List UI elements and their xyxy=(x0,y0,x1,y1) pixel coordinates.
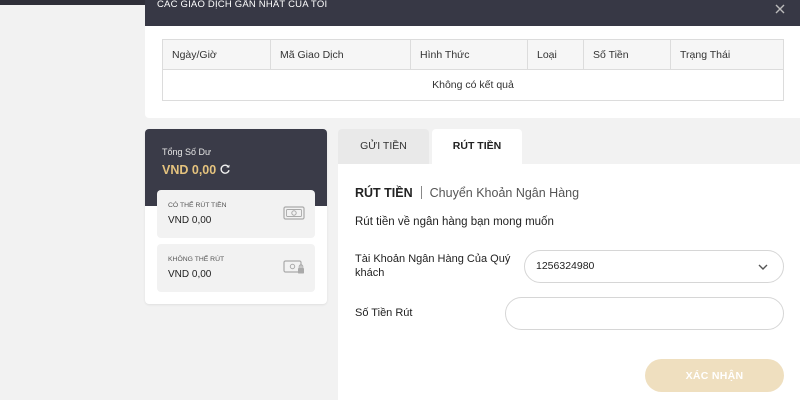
refresh-icon[interactable] xyxy=(219,163,231,175)
confirm-button[interactable]: XÁC NHẬN xyxy=(645,359,784,392)
cash-lock-icon xyxy=(283,260,304,274)
column-header-status[interactable]: Trạng Thái xyxy=(670,40,783,70)
column-header-datetime[interactable]: Ngày/Giờ xyxy=(163,40,270,70)
withdrawable-label: CÓ THỂ RÚT TIỀN xyxy=(168,202,227,209)
total-balance-label: Tổng Số Dư xyxy=(162,147,212,157)
non-withdrawable-value: VND 0,00 xyxy=(168,269,212,280)
withdraw-form-panel: RÚT TIỀN Chuyển Khoản Ngân Hàng Rút tiền … xyxy=(338,164,800,400)
column-header-amount[interactable]: Số Tiền xyxy=(583,40,670,70)
amount-input[interactable] xyxy=(505,297,784,330)
column-header-method[interactable]: Hình Thức xyxy=(410,40,527,70)
recent-transactions-title: CÁC GIAO DỊCH GẦN NHẤT CỦA TÔI xyxy=(157,0,328,10)
form-title-method: Chuyển Khoản Ngân Hàng xyxy=(429,186,580,200)
form-title-main: RÚT TIỀN xyxy=(355,186,413,200)
close-icon[interactable] xyxy=(774,3,786,15)
table-header-row: Ngày/Giờ Mã Giao Dịch Hình Thức Loại Số … xyxy=(163,40,783,70)
non-withdrawable-label: KHÔNG THỂ RÚT xyxy=(168,256,225,263)
total-balance-value: VND 0,00 xyxy=(162,163,217,177)
amount-label: Số Tiền Rút xyxy=(355,307,413,319)
title-divider xyxy=(420,186,422,199)
form-title: RÚT TIỀN Chuyển Khoản Ngân Hàng xyxy=(355,186,579,200)
transactions-table: Ngày/Giờ Mã Giao Dịch Hình Thức Loại Số … xyxy=(162,39,784,101)
tab-deposit[interactable]: GỬI TIỀN xyxy=(338,129,429,164)
form-description: Rút tiền về ngân hàng bạn mong muốn xyxy=(355,216,554,228)
cash-icon xyxy=(283,206,305,220)
recent-transactions-header: CÁC GIAO DỊCH GẦN NHẤT CỦA TÔI xyxy=(145,0,800,26)
withdrawable-value: VND 0,00 xyxy=(168,215,212,226)
bank-account-value: 1256324980 xyxy=(536,260,595,272)
bank-account-select[interactable]: 1256324980 xyxy=(524,250,784,283)
bank-account-label: Tài Khoản Ngân Hàng Của Quý khách xyxy=(355,253,511,279)
tab-withdraw[interactable]: RÚT TIỀN xyxy=(432,129,522,164)
column-header-transaction-id[interactable]: Mã Giao Dịch xyxy=(270,40,410,70)
recent-transactions-card: CÁC GIAO DỊCH GẦN NHẤT CỦA TÔI Ngày/Giờ … xyxy=(145,0,800,118)
chevron-down-icon xyxy=(758,264,768,270)
non-withdrawable-balance-card: KHÔNG THỂ RÚT VND 0,00 xyxy=(157,244,315,292)
column-header-type[interactable]: Loại xyxy=(527,40,583,70)
balance-panel: Tổng Số Dư VND 0,00 CÓ THỂ RÚT TIỀN VND … xyxy=(145,129,327,304)
withdrawable-balance-card: CÓ THỂ RÚT TIỀN VND 0,00 xyxy=(157,190,315,238)
table-empty-message: Không có kết quả xyxy=(432,79,514,91)
